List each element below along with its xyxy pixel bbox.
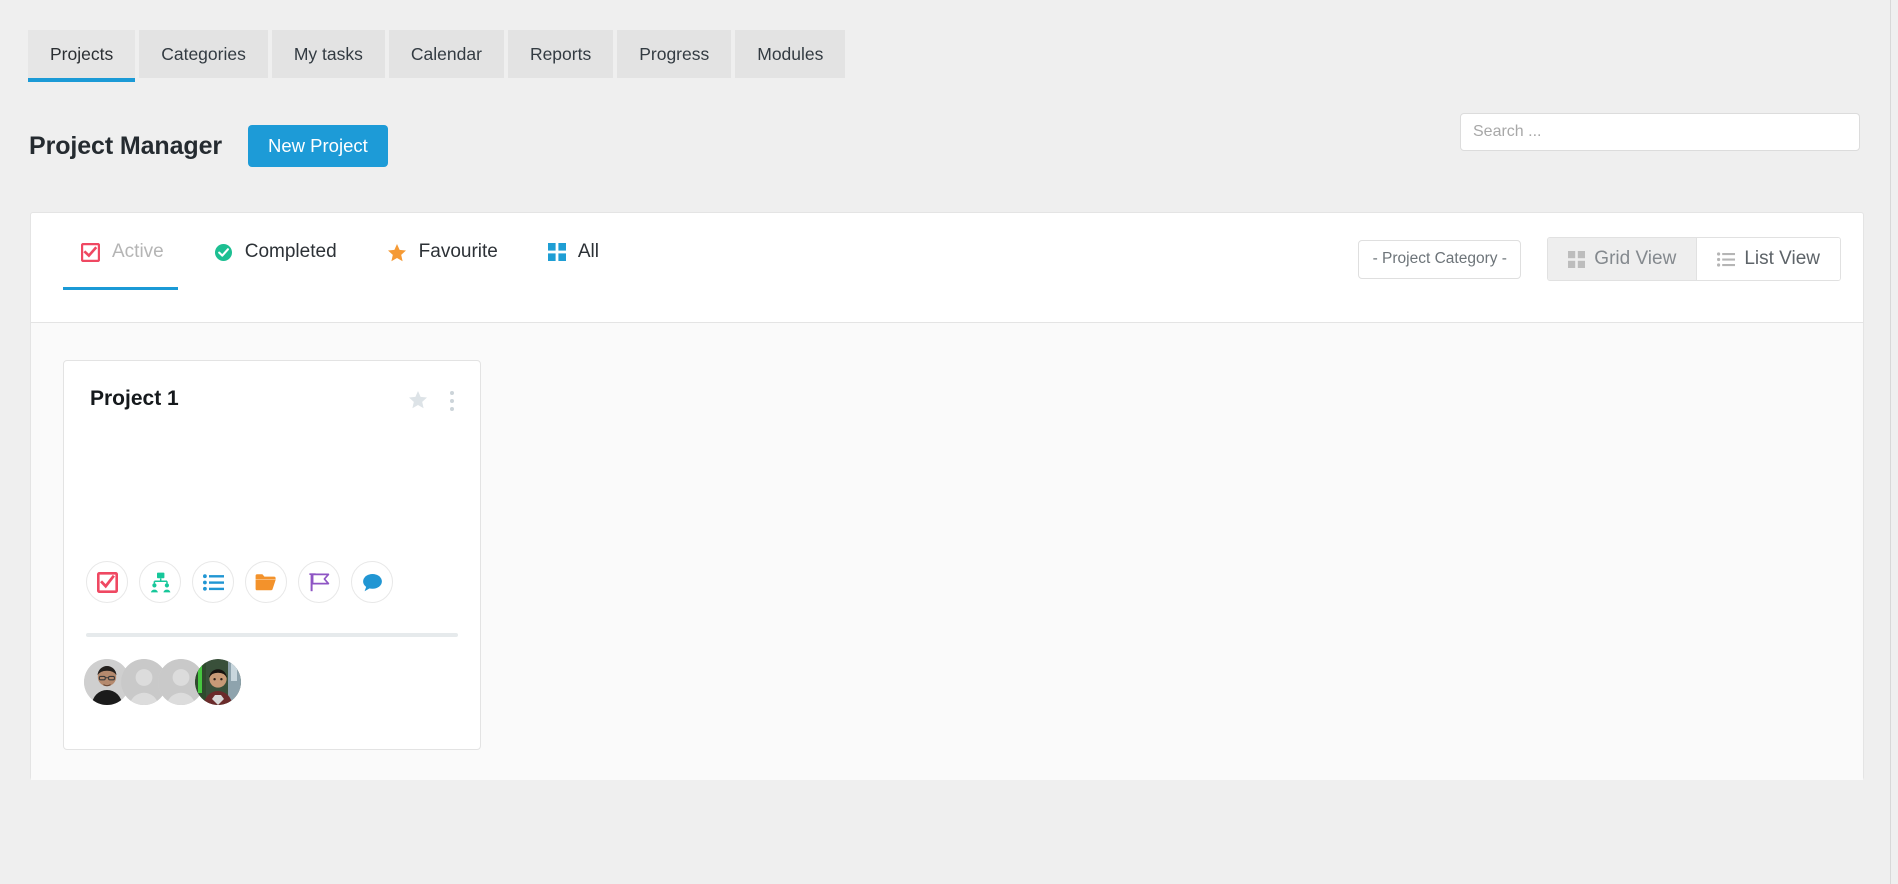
nav-tab-modules[interactable]: Modules [735, 30, 846, 78]
panel-header: Active Completed Favourite All - Project… [31, 213, 1863, 323]
nav-tab-label: Progress [639, 43, 710, 64]
list-view-button[interactable]: List View [1697, 238, 1840, 280]
list-icon[interactable] [192, 561, 234, 603]
comment-icon[interactable] [351, 561, 393, 603]
nav-tab-reports[interactable]: Reports [507, 30, 614, 78]
nav-tab-label: Categories [161, 43, 246, 64]
main-navigation-tabs: Projects Categories My tasks Calendar Re… [28, 30, 849, 82]
nav-tab-label: Calendar [410, 43, 482, 64]
filter-tab-label: Active [112, 241, 164, 262]
project-card-divider [86, 633, 458, 637]
filter-tab-favourite[interactable]: Favourite [373, 213, 512, 291]
projects-panel: Active Completed Favourite All - Project… [30, 212, 1864, 780]
nav-tab-categories[interactable]: Categories [139, 30, 268, 78]
filter-tab-all[interactable]: All [534, 213, 613, 291]
grid-icon [547, 243, 566, 261]
project-card[interactable]: Project 1 [63, 360, 481, 750]
nav-tab-progress[interactable]: Progress [617, 30, 732, 78]
checkbox-icon [80, 242, 101, 262]
filter-tab-label: All [577, 241, 599, 262]
star-icon [387, 243, 407, 262]
grid-view-button[interactable]: Grid View [1548, 238, 1698, 280]
project-card-actions [86, 561, 393, 603]
check-circle-icon [214, 243, 233, 262]
filter-tab-label: Favourite [418, 241, 498, 262]
milestone-icon[interactable] [298, 561, 340, 603]
grid-view-icon [1568, 250, 1586, 268]
page-right-border [1890, 0, 1891, 884]
folder-icon[interactable] [245, 561, 287, 603]
search-input[interactable] [1460, 113, 1860, 151]
list-view-label: List View [1744, 248, 1820, 269]
project-filter-tabs: Active Completed Favourite All [63, 213, 635, 323]
filter-tab-active[interactable]: Active [63, 213, 178, 291]
nav-tab-calendar[interactable]: Calendar [388, 30, 504, 78]
projects-grid: Project 1 [31, 323, 1863, 780]
new-project-button[interactable]: New Project [248, 125, 388, 167]
users-icon[interactable] [139, 561, 181, 603]
view-toggle-group: Grid View List View [1547, 237, 1841, 281]
nav-tab-projects[interactable]: Projects [28, 30, 136, 82]
panel-header-controls: - Project Category - Grid View List View [1358, 237, 1841, 281]
tasks-icon[interactable] [86, 561, 128, 603]
nav-tab-label: Projects [50, 43, 114, 64]
project-card-title: Project 1 [90, 387, 179, 410]
favourite-star-icon[interactable] [408, 390, 428, 409]
list-view-icon [1717, 251, 1736, 267]
page-header: Project Manager New Project [29, 125, 388, 167]
project-members [84, 659, 241, 705]
avatar[interactable] [195, 659, 241, 705]
nav-tab-label: Modules [757, 43, 824, 64]
nav-tab-label: My tasks [293, 43, 363, 64]
nav-tab-label: Reports [529, 43, 592, 64]
grid-view-label: Grid View [1594, 248, 1677, 269]
project-category-select[interactable]: - Project Category - [1358, 239, 1522, 279]
project-card-header: Project 1 [64, 361, 480, 411]
page-title: Project Manager [29, 131, 223, 160]
project-card-menu-icon[interactable] [450, 391, 454, 411]
filter-tab-label: Completed [244, 241, 337, 262]
nav-tab-my-tasks[interactable]: My tasks [271, 30, 385, 78]
filter-tab-completed[interactable]: Completed [200, 213, 351, 291]
